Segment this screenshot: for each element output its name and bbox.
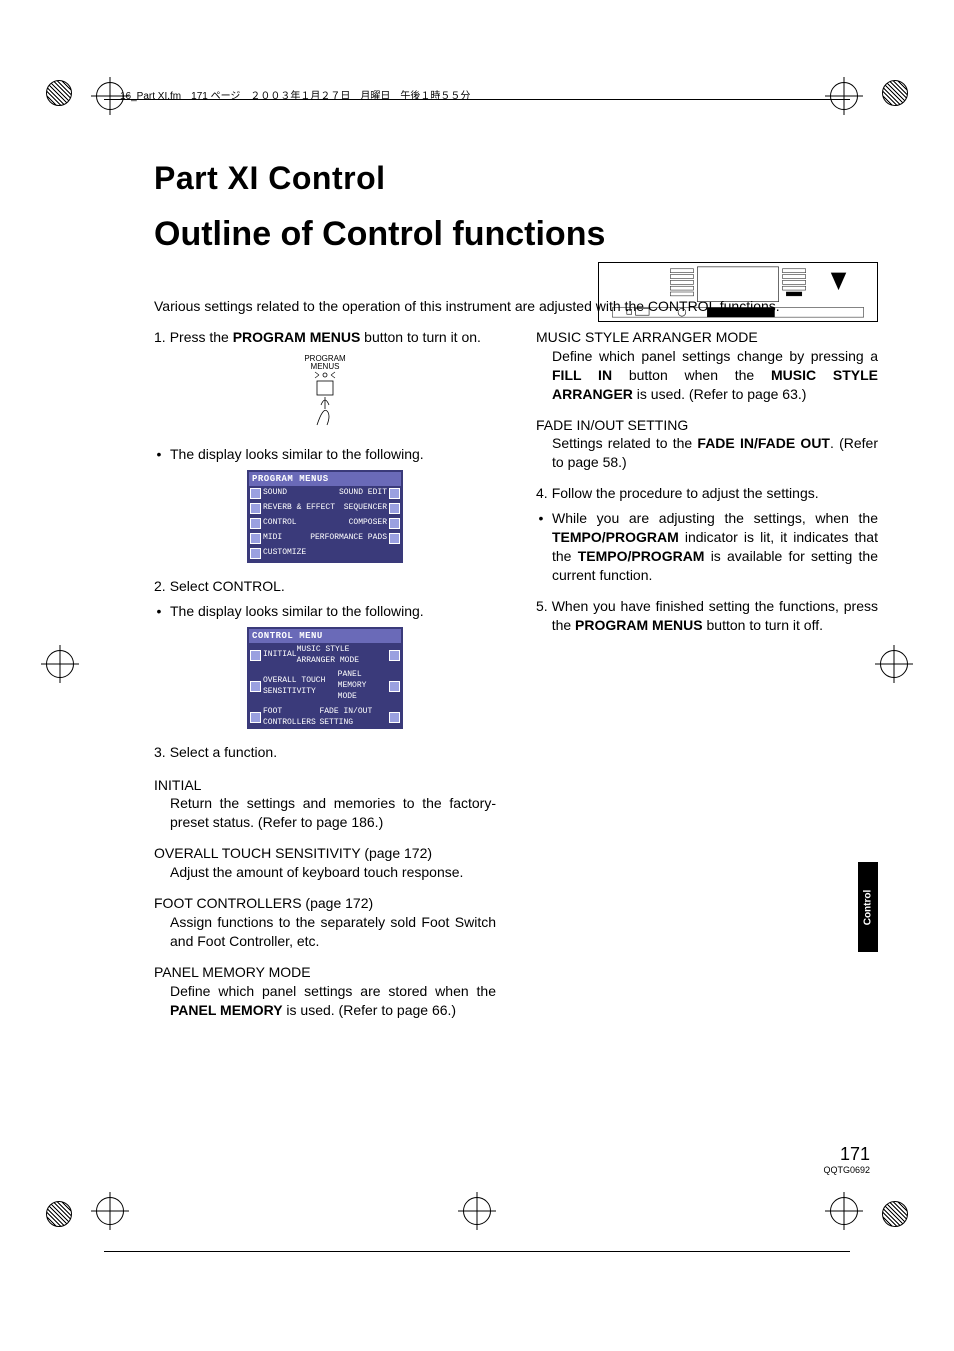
header-filename: 16_Part XI.fm 171 ページ ２００３年１月２７日 月曜日 午後１… [120, 87, 470, 102]
display-note-1-text: The display looks similar to the followi… [170, 445, 496, 464]
s4b-b1: TEMPO/PROGRAM [552, 529, 679, 545]
func-initial: INITIAL Return the settings and memories… [154, 776, 496, 833]
step-5: 5. When you have finished setting the fu… [536, 597, 878, 635]
s1-l4: CUSTOMIZE [263, 548, 306, 559]
func-ots: OVERALL TOUCH SENSITIVITY (page 172) Adj… [154, 844, 496, 882]
func-fio-title: FADE IN/OUT SETTING [536, 416, 878, 435]
intro-text: Various settings related to the operatio… [154, 298, 878, 314]
s1-l2: CONTROL [263, 518, 297, 529]
right-column: MUSIC STYLE ARRANGER MODE Define which p… [536, 328, 878, 1031]
crop-disc-bl [46, 1201, 72, 1227]
s1-l1: REVERB & EFFECT [263, 503, 335, 514]
func-pmm-bold: PANEL MEMORY [170, 1002, 283, 1018]
func-msam-title: MUSIC STYLE ARRANGER MODE [536, 328, 878, 347]
program-menus-button-illustration: PROGRAM MENUS [295, 355, 355, 431]
func-msam-c: is used. (Refer to page 63.) [633, 386, 807, 402]
crop-disc-tl [46, 80, 72, 106]
step-1-bold: PROGRAM MENUS [233, 329, 361, 345]
step-2: 2. Select CONTROL. [154, 577, 496, 596]
reg-mark-br [830, 1197, 858, 1225]
step-2-num: 2. [154, 577, 166, 596]
display-note-2: • The display looks similar to the follo… [154, 602, 496, 621]
control-menu-screen: CONTROL MENU INITIALMUSIC STYLE ARRANGER… [247, 627, 403, 729]
func-fio-bold: FADE IN/FADE OUT [697, 435, 830, 451]
s4b-a: While you are adjusting the settings, wh… [552, 510, 878, 526]
step-1: 1. Press the PROGRAM MENUS button to tur… [154, 328, 496, 347]
func-msam-a: Define which panel settings change by pr… [552, 348, 878, 364]
left-column: 1. Press the PROGRAM MENUS button to tur… [154, 328, 496, 1031]
reg-mark-center [463, 1197, 491, 1225]
part-title: Part XI Control [154, 160, 878, 197]
s1-r0: SOUND EDIT [339, 488, 387, 499]
step-3-num: 3. [154, 743, 166, 762]
screen1-title: PROGRAM MENUS [249, 472, 401, 486]
func-foot-body: Assign functions to the separately sold … [154, 913, 496, 951]
s2-r1: PANEL MEMORY MODE [338, 670, 387, 702]
s4b-b2: TEMPO/PROGRAM [578, 548, 705, 564]
func-fio-a: Settings related to the [552, 435, 697, 451]
step-4-bullet: • While you are adjusting the settings, … [536, 509, 878, 585]
s1-r2: COMPOSER [349, 518, 387, 529]
pm-label-2: MENUS [295, 363, 355, 371]
s2-l2: FOOT CONTROLLERS [263, 707, 319, 729]
func-msam-b1: FILL IN [552, 367, 612, 383]
func-pmm-b: is used. (Refer to page 66.) [283, 1002, 457, 1018]
func-initial-title: INITIAL [154, 776, 496, 795]
bottom-crop-line [104, 1251, 850, 1252]
func-ots-title: OVERALL TOUCH SENSITIVITY (page 172) [154, 844, 496, 863]
func-pmm-title: PANEL MEMORY MODE [154, 963, 496, 982]
step-3-text: Select a function. [170, 743, 496, 762]
bullet-dot-2: • [154, 602, 164, 621]
s1-l0: SOUND [263, 488, 287, 499]
func-msam: MUSIC STYLE ARRANGER MODE Define which p… [536, 328, 878, 404]
section-title: Outline of Control functions [154, 215, 878, 254]
crop-disc-tr [882, 80, 908, 106]
step-4-text: Follow the procedure to adjust the setti… [552, 484, 878, 503]
step-3: 3. Select a function. [154, 743, 496, 762]
side-tab-control: Control [858, 862, 878, 952]
display-note-2-text: The display looks similar to the followi… [170, 602, 496, 621]
step-5-num: 5. [536, 597, 548, 635]
func-ots-body: Adjust the amount of keyboard touch resp… [154, 863, 496, 882]
step-1-text-b: button to turn it on. [360, 329, 481, 345]
s2-l1: OVERALL TOUCH SENSITIVITY [263, 676, 338, 698]
page-footer: 171 QQTG0692 [823, 1144, 870, 1175]
step-4-num: 4. [536, 484, 548, 503]
func-msam-b: button when the [612, 367, 771, 383]
bullet-dot-3: • [536, 509, 546, 585]
step-1-num: 1. [154, 328, 166, 347]
step-5-bold: PROGRAM MENUS [575, 617, 703, 633]
s1-r1: SEQUENCER [344, 503, 387, 514]
doc-code: QQTG0692 [823, 1165, 870, 1175]
page-number: 171 [823, 1144, 870, 1165]
s2-r0: MUSIC STYLE ARRANGER MODE [297, 645, 387, 667]
reg-mark-left [46, 650, 74, 678]
program-menus-screen: PROGRAM MENUS SOUND SOUND EDIT REVERB & E… [247, 470, 403, 563]
reg-mark-bl [96, 1197, 124, 1225]
func-initial-body: Return the settings and memories to the … [154, 794, 496, 832]
step-5-b: button to turn it off. [703, 617, 823, 633]
step-4: 4. Follow the procedure to adjust the se… [536, 484, 878, 503]
s1-r3: PERFORMANCE PADS [310, 533, 387, 544]
reg-mark-right [880, 650, 908, 678]
func-pmm-a: Define which panel settings are stored w… [170, 983, 496, 999]
func-foot-title: FOOT CONTROLLERS (page 172) [154, 894, 496, 913]
func-fio: FADE IN/OUT SETTING Settings related to … [536, 416, 878, 473]
func-foot: FOOT CONTROLLERS (page 172) Assign funct… [154, 894, 496, 951]
s1-l3: MIDI [263, 533, 282, 544]
s2-r2: FADE IN/OUT SETTING [319, 707, 387, 729]
reg-mark-tr [830, 82, 858, 110]
crop-disc-br [882, 1201, 908, 1227]
screen2-title: CONTROL MENU [249, 629, 401, 643]
step-1-text-a: Press the [170, 329, 233, 345]
func-pmm: PANEL MEMORY MODE Define which panel set… [154, 963, 496, 1020]
display-note-1: • The display looks similar to the follo… [154, 445, 496, 464]
side-tab-label: Control [863, 889, 874, 925]
bullet-dot: • [154, 445, 164, 464]
step-2-text: Select CONTROL. [170, 577, 496, 596]
s2-l0: INITIAL [263, 650, 297, 661]
